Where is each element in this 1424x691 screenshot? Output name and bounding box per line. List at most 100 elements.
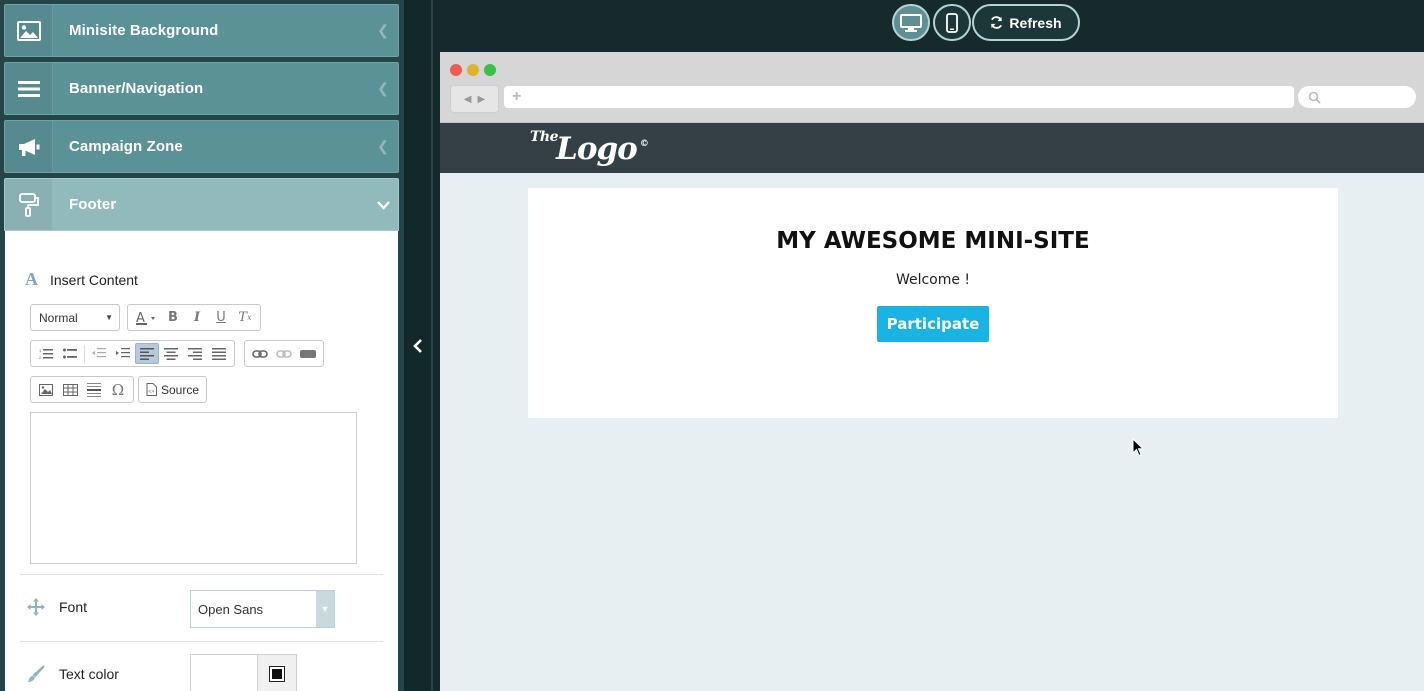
format-select[interactable]: Normal ▼ xyxy=(30,304,120,331)
font-select[interactable]: Open Sans ▼ xyxy=(190,590,335,628)
caret-down-icon: ▼ xyxy=(105,313,113,322)
window-close-dot xyxy=(450,64,462,76)
content-editor[interactable] xyxy=(30,412,357,564)
site-header: The Logo © xyxy=(440,123,1424,173)
megaphone-icon xyxy=(5,121,53,172)
accordion-banner-navigation[interactable]: Banner/Navigation ❮ xyxy=(4,62,399,115)
site-logo[interactable]: The Logo © xyxy=(530,127,649,167)
browser-url-bar: + xyxy=(504,86,1294,108)
forward-arrow-icon: ▶ xyxy=(477,93,486,105)
format-select-value: Normal xyxy=(39,310,78,325)
accordion-minisite-background[interactable]: Minisite Background ❮ xyxy=(4,4,399,57)
move-arrows-icon xyxy=(25,598,47,616)
accordion-label: Minisite Background xyxy=(69,22,219,39)
logo-copyright-mark: © xyxy=(639,139,649,149)
text-color-row: Text color xyxy=(25,665,119,683)
text-color-label: Text color xyxy=(59,666,119,682)
insert-table-icon[interactable] xyxy=(58,379,82,400)
logo-big-text: Logo xyxy=(556,131,638,167)
align-right-icon[interactable] xyxy=(183,343,207,364)
color-swatch-icon[interactable] xyxy=(257,655,296,691)
remove-format-icon[interactable]: Tx xyxy=(233,307,257,328)
text-style-toolbar: A B I U Tx xyxy=(127,304,261,331)
insert-image-icon[interactable] xyxy=(34,379,58,400)
caret-down-icon: ▼ xyxy=(316,591,334,627)
italic-button[interactable]: I xyxy=(185,307,209,328)
mobile-icon xyxy=(946,12,958,33)
font-letter-icon: A xyxy=(25,269,38,289)
accordion-label: Banner/Navigation xyxy=(69,80,204,97)
insert-toolbar: Ω xyxy=(30,376,134,403)
chevron-left-icon: ❮ xyxy=(377,80,389,96)
refresh-icon xyxy=(991,16,1003,29)
chevron-left-icon: ❮ xyxy=(377,138,389,154)
menu-icon xyxy=(5,63,53,114)
outdent-icon[interactable] xyxy=(87,343,111,364)
campaign-zone-card: MY AWESOME MINI-SITE Welcome ! Participa… xyxy=(528,188,1338,418)
paint-roller-icon xyxy=(5,179,53,230)
divider xyxy=(20,641,383,642)
mobile-view-button[interactable] xyxy=(933,4,971,41)
brush-icon xyxy=(25,665,47,683)
bold-button[interactable]: B xyxy=(161,307,185,328)
mouse-cursor-icon xyxy=(1132,438,1144,457)
indent-icon[interactable] xyxy=(111,343,135,364)
settings-sidebar: Minisite Background ❮ Banner/Navigation … xyxy=(0,0,404,691)
browser-nav-arrows: ◀ ▶ xyxy=(450,85,499,113)
search-icon xyxy=(1308,91,1321,104)
source-label: Source xyxy=(161,382,200,397)
svg-text:<>: <> xyxy=(148,389,154,395)
panel-collapse-handle[interactable] xyxy=(404,0,433,691)
participate-button[interactable]: Participate xyxy=(876,306,990,342)
site-title: MY AWESOME MINI-SITE xyxy=(776,228,1090,254)
font-row: Font xyxy=(25,598,87,616)
image-icon xyxy=(5,5,53,56)
font-select-value: Open Sans xyxy=(198,601,264,617)
source-icon: <> xyxy=(146,383,157,396)
link-toolbar xyxy=(244,340,324,367)
logo-small-text: The xyxy=(530,129,559,145)
chevron-left-icon xyxy=(413,338,422,353)
chevron-left-icon: ❮ xyxy=(377,22,389,38)
text-color-picker[interactable] xyxy=(190,654,297,691)
svg-text:1: 1 xyxy=(39,348,42,353)
section-title: Insert Content xyxy=(50,271,138,288)
bullet-list-icon[interactable] xyxy=(58,343,82,364)
align-left-icon[interactable] xyxy=(135,343,159,364)
align-center-icon[interactable] xyxy=(159,343,183,364)
plus-icon: + xyxy=(512,88,522,105)
site-preview: ◀ ▶ + The Logo © MY AWESOME MINI-SITE We… xyxy=(440,52,1424,691)
anchor-icon[interactable] xyxy=(296,343,320,364)
window-minimize-dot xyxy=(467,64,479,76)
svg-text:2: 2 xyxy=(39,355,42,360)
refresh-label: Refresh xyxy=(1009,14,1062,31)
accordion-label: Footer xyxy=(69,196,117,213)
source-button[interactable]: <> Source xyxy=(138,376,208,403)
paragraph-toolbar: 12 xyxy=(30,340,235,367)
unlink-icon[interactable] xyxy=(272,343,296,364)
underline-button[interactable]: U xyxy=(209,307,233,328)
numbered-list-icon[interactable]: 12 xyxy=(34,343,58,364)
refresh-button[interactable]: Refresh xyxy=(972,4,1080,41)
desktop-icon xyxy=(900,13,922,32)
text-color-button[interactable]: A xyxy=(131,307,161,328)
horizontal-rule-icon[interactable] xyxy=(82,379,106,400)
accordion-campaign-zone[interactable]: Campaign Zone ❮ xyxy=(4,120,399,173)
accordion-footer[interactable]: Footer xyxy=(4,178,399,231)
divider xyxy=(20,574,383,575)
special-char-icon[interactable]: Ω xyxy=(106,379,130,400)
font-label: Font xyxy=(59,599,88,615)
browser-chrome: ◀ ▶ + xyxy=(440,52,1424,123)
window-maximize-dot xyxy=(484,64,496,76)
align-justify-icon[interactable] xyxy=(207,343,231,364)
link-icon[interactable] xyxy=(248,343,272,364)
welcome-text: Welcome ! xyxy=(895,272,971,288)
accordion-label: Campaign Zone xyxy=(69,138,183,155)
footer-panel: A Insert Content Normal ▼ A B I U Tx 12 xyxy=(5,231,398,691)
desktop-view-button[interactable] xyxy=(892,4,930,41)
insert-content-heading: A Insert Content xyxy=(25,269,138,290)
chevron-down-icon xyxy=(368,197,398,213)
back-arrow-icon: ◀ xyxy=(463,93,472,105)
color-value-field[interactable] xyxy=(191,655,257,691)
browser-search-bar xyxy=(1298,86,1416,108)
